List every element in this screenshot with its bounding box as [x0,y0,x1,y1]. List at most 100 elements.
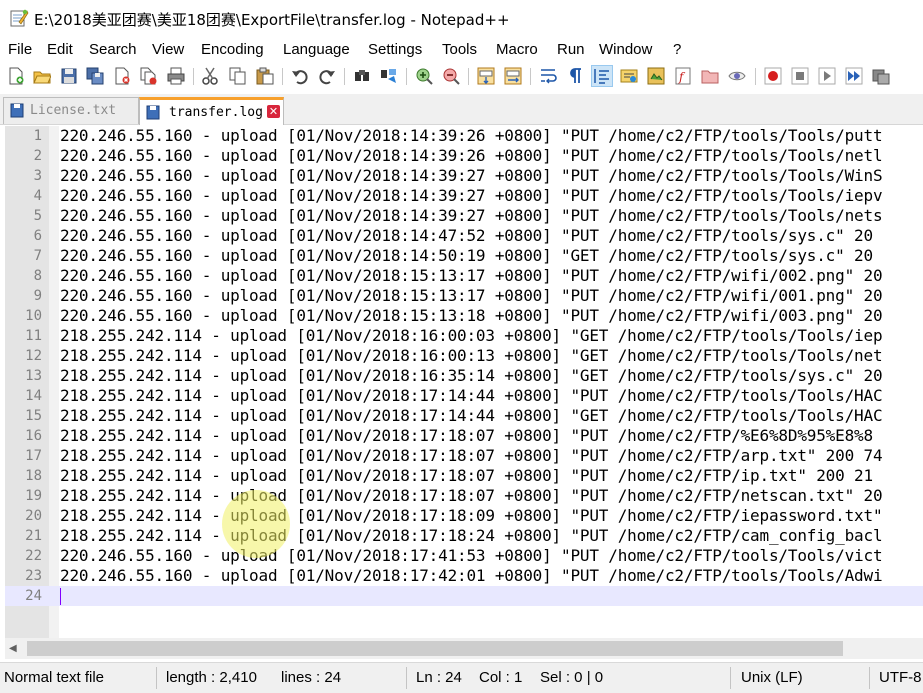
line-number: 3 [33,168,42,184]
editor-line[interactable]: 15 218.255.242.114 - upload [01/Nov/2018:… [5,406,923,426]
editor-line[interactable]: 13 218.255.242.114 - upload [01/Nov/2018:… [5,366,923,386]
menu-encoding[interactable]: Encoding [201,41,264,58]
editor-line[interactable]: 19 218.255.242.114 - upload [01/Nov/2018:… [5,486,923,506]
toolbar-separator [468,68,469,85]
tab-license-txt[interactable]: License.txt [3,97,139,124]
status-separator [406,667,407,689]
line-text: 218.255.242.114 - upload [01/Nov/2018:17… [60,446,883,465]
menu-macro[interactable]: Macro [496,41,538,58]
toolbar-separator [406,68,407,85]
line-text: 220.246.55.160 - upload [01/Nov/2018:14:… [60,206,883,225]
show-all-characters-icon[interactable] [565,66,585,86]
editor-line[interactable]: 24 [5,586,923,606]
close-tab-icon[interactable]: ✕ [267,105,280,118]
editor-line[interactable]: 21 218.255.242.114 - upload [01/Nov/2018:… [5,526,923,546]
editor-line[interactable]: 7 220.246.55.160 - upload [01/Nov/2018:14… [5,246,923,266]
editor-line[interactable]: 23 220.246.55.160 - upload [01/Nov/2018:1… [5,566,923,586]
find-icon[interactable] [352,66,372,86]
status-eol-format[interactable]: Unix (LF) [741,669,803,686]
sync-vertical-scroll-icon[interactable] [476,66,496,86]
word-wrap-icon[interactable] [538,66,558,86]
scrollbar-thumb[interactable] [27,641,843,656]
tab-transfer-log[interactable]: transfer.log ✕ [139,97,284,125]
line-number: 20 [25,508,42,524]
user-defined-language-icon[interactable] [619,66,639,86]
menu-language[interactable]: Language [283,41,350,58]
run-macro-multiple-times-icon[interactable] [844,66,864,86]
line-number: 24 [25,588,42,604]
record-macro-icon[interactable] [763,66,783,86]
line-number: 17 [25,448,42,464]
line-number: 2 [33,148,42,164]
text-editor[interactable]: 1 220.246.55.160 - upload [01/Nov/2018:14… [5,126,923,638]
menu-run[interactable]: Run [557,41,585,58]
zoom-out-icon[interactable] [441,66,461,86]
editor-line[interactable]: 4 220.246.55.160 - upload [01/Nov/2018:14… [5,186,923,206]
horizontal-scrollbar[interactable]: ◀ [5,638,923,659]
line-number: 7 [33,248,42,264]
playback-macro-icon[interactable] [817,66,837,86]
line-text: 220.246.55.160 - upload [01/Nov/2018:14:… [60,166,883,185]
editor-line[interactable]: 17 218.255.242.114 - upload [01/Nov/2018:… [5,446,923,466]
menu-edit[interactable]: Edit [47,41,73,58]
redo-icon[interactable] [317,66,337,86]
scroll-left-arrow-icon[interactable]: ◀ [9,643,17,654]
copy-icon[interactable] [228,66,248,86]
save-all-icon[interactable] [85,66,105,86]
monitoring-eye-icon[interactable] [727,66,747,86]
paste-icon[interactable] [255,66,275,86]
editor-line[interactable]: 1 220.246.55.160 - upload [01/Nov/2018:14… [5,126,923,146]
editor-line[interactable]: 8 220.246.55.160 - upload [01/Nov/2018:15… [5,266,923,286]
save-macro-icon[interactable] [871,66,891,86]
sync-horizontal-scroll-icon[interactable] [503,66,523,86]
cut-icon[interactable] [200,66,220,86]
status-line-number: Ln : 24 [416,669,462,686]
editor-line[interactable]: 6 220.246.55.160 - upload [01/Nov/2018:14… [5,226,923,246]
zoom-in-icon[interactable] [414,66,434,86]
close-all-icon[interactable] [139,66,159,86]
new-file-icon[interactable] [6,66,26,86]
editor-line[interactable]: 5 220.246.55.160 - upload [01/Nov/2018:14… [5,206,923,226]
indent-guide-icon[interactable] [591,65,613,87]
open-file-icon[interactable] [32,66,52,86]
editor-line[interactable]: 3 220.246.55.160 - upload [01/Nov/2018:14… [5,166,923,186]
undo-icon[interactable] [290,66,310,86]
line-text: 218.255.242.114 - upload [01/Nov/2018:17… [60,506,883,525]
folder-as-workspace-icon[interactable] [700,66,720,86]
save-icon[interactable] [59,66,79,86]
function-list-icon[interactable]: f [673,66,693,86]
editor-line[interactable]: 11 218.255.242.114 - upload [01/Nov/2018:… [5,326,923,346]
menu-settings[interactable]: Settings [368,41,422,58]
saved-file-icon [146,105,160,120]
replace-icon[interactable] [379,66,399,86]
menu-tools[interactable]: Tools [442,41,477,58]
editor-line[interactable]: 16 218.255.242.114 - upload [01/Nov/2018:… [5,426,923,446]
line-number: 16 [25,428,42,444]
editor-line[interactable]: 9 220.246.55.160 - upload [01/Nov/2018:15… [5,286,923,306]
saved-file-icon [10,103,24,118]
status-file-type: Normal text file [4,669,105,686]
editor-line[interactable]: 10 220.246.55.160 - upload [01/Nov/2018:1… [5,306,923,326]
editor-line[interactable]: 14 218.255.242.114 - upload [01/Nov/2018:… [5,386,923,406]
menu-file[interactable]: File [8,41,32,58]
editor-line[interactable]: 18 218.255.242.114 - upload [01/Nov/2018:… [5,466,923,486]
print-icon[interactable] [166,66,186,86]
tab-label: License.txt [30,103,117,118]
menu-window[interactable]: Window [599,41,652,58]
menu-help[interactable]: ? [673,41,681,58]
editor-line[interactable]: 22 220.246.55.160 - upload [01/Nov/2018:1… [5,546,923,566]
line-text: 218.255.242.114 - upload [01/Nov/2018:17… [60,406,883,425]
document-map-icon[interactable] [646,66,666,86]
stop-recording-icon[interactable] [790,66,810,86]
editor-line[interactable]: 20 218.255.242.114 - upload [01/Nov/2018:… [5,506,923,526]
close-file-icon[interactable] [112,66,132,86]
status-encoding[interactable]: UTF-8 [879,669,922,686]
menu-search[interactable]: Search [89,41,137,58]
line-number: 22 [25,548,42,564]
line-number: 9 [33,288,42,304]
status-column: Col : 1 [479,669,523,686]
tab-label: transfer.log [169,105,263,120]
editor-line[interactable]: 2 220.246.55.160 - upload [01/Nov/2018:14… [5,146,923,166]
editor-line[interactable]: 12 218.255.242.114 - upload [01/Nov/2018:… [5,346,923,366]
menu-view[interactable]: View [152,41,184,58]
